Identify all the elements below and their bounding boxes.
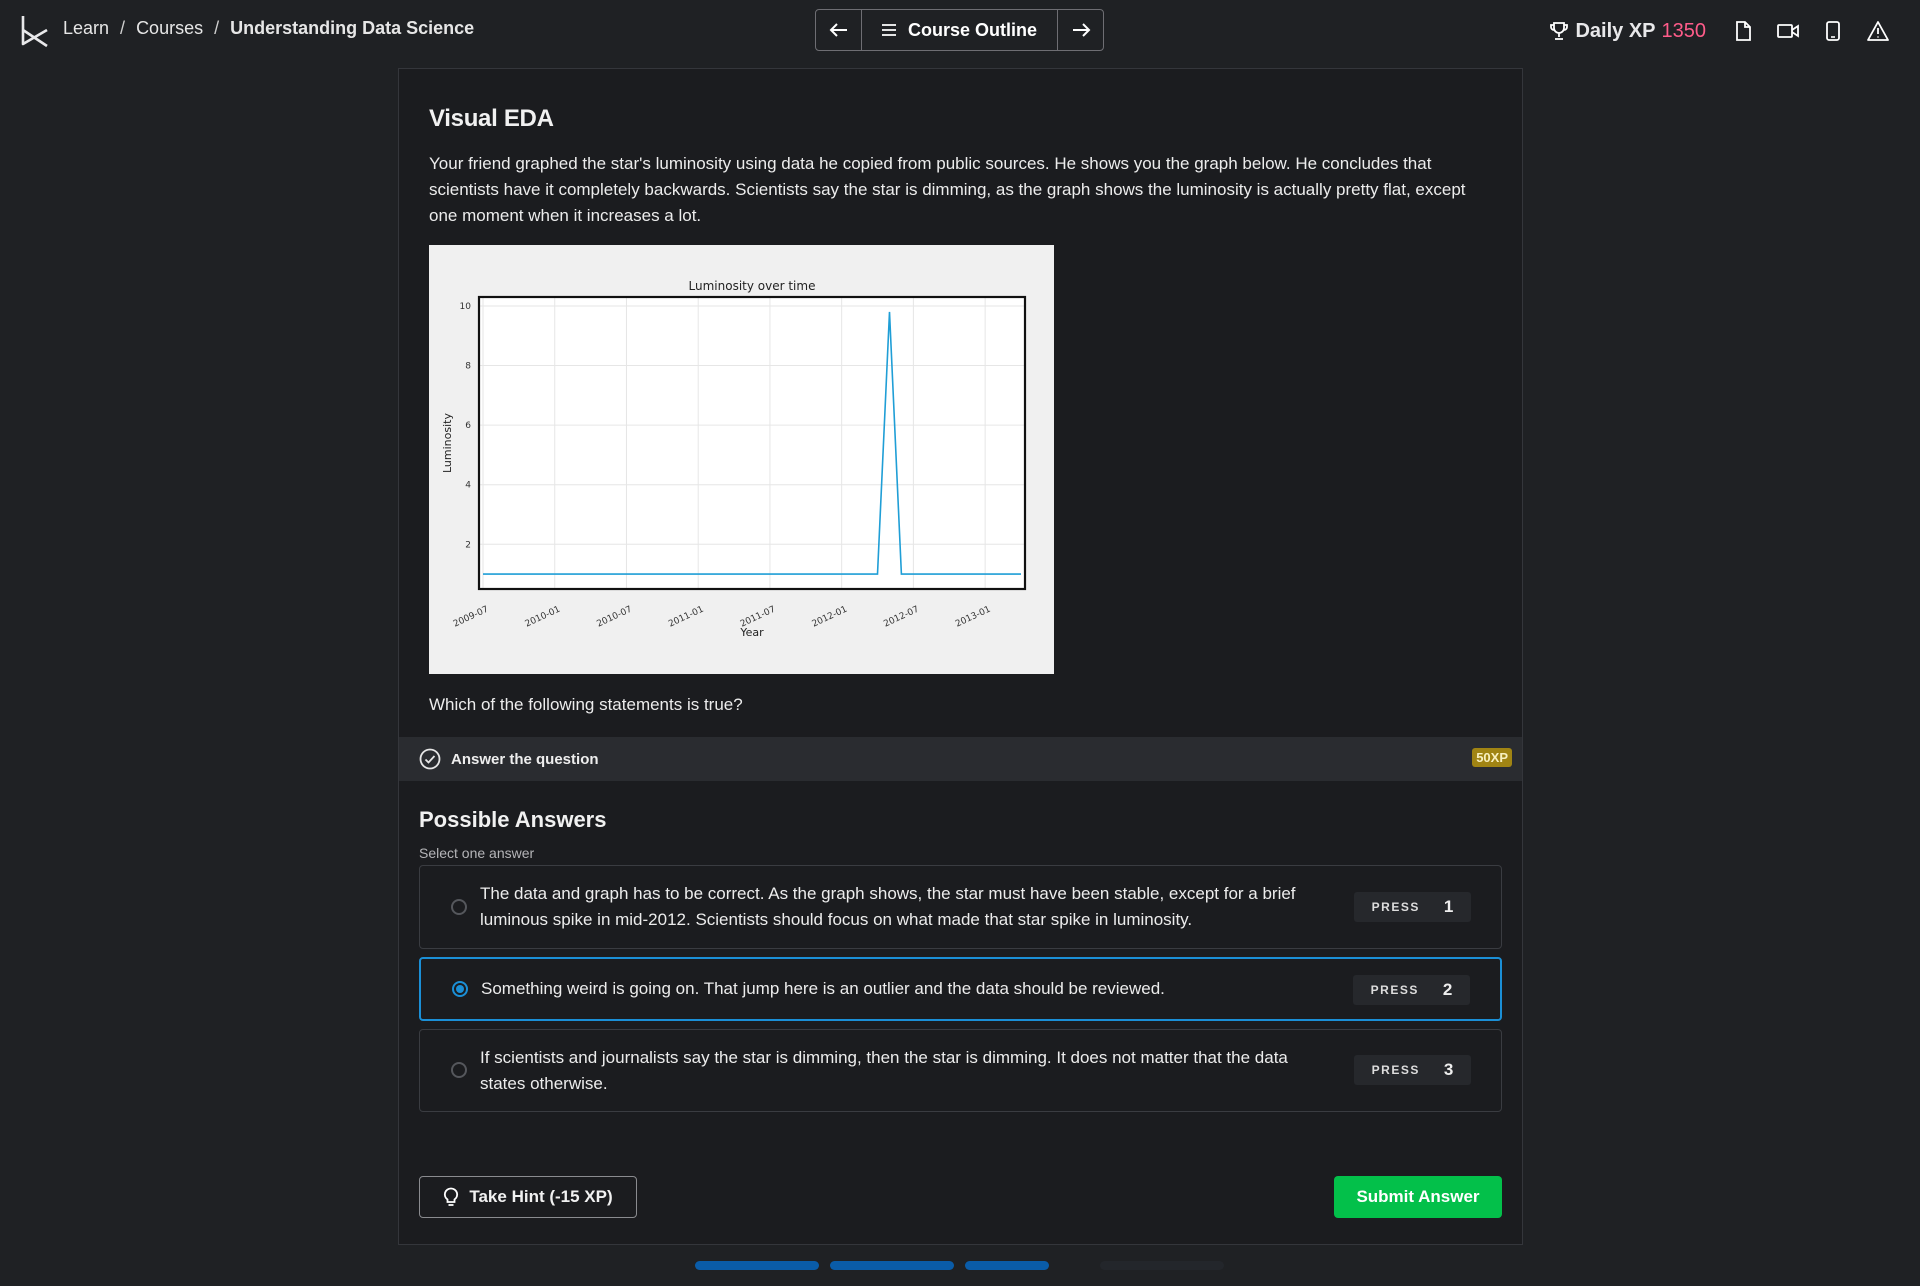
radio-button[interactable] <box>452 981 468 997</box>
task-bar: Answer the question 50XP <box>399 737 1522 781</box>
answer-option-2[interactable]: Something weird is going on. That jump h… <box>419 957 1502 1021</box>
answer-text: The data and graph has to be correct. As… <box>480 884 1296 929</box>
press-key: 2 <box>1442 980 1453 999</box>
press-key-hint: PRESS 3 <box>1354 1055 1471 1085</box>
press-key: 3 <box>1443 1060 1454 1079</box>
menu-icon <box>881 24 896 36</box>
breadcrumb-learn[interactable]: Learn <box>63 18 109 39</box>
daily-xp[interactable]: Daily XP 1350 <box>1549 20 1706 43</box>
lightbulb-icon <box>444 1187 459 1206</box>
answer-text: Something weird is going on. That jump h… <box>481 979 1165 998</box>
exercise-description: Your friend graphed the star's luminosit… <box>429 154 1466 225</box>
check-circle-icon <box>419 748 441 770</box>
chart-title: Luminosity over time <box>689 279 816 293</box>
press-key: 1 <box>1443 897 1454 916</box>
video-icon[interactable] <box>1765 14 1810 48</box>
question-text: Which of the following statements is tru… <box>429 695 743 714</box>
top-bar: Learn / Courses / Understanding Data Sci… <box>0 0 1920 62</box>
chart-y-tick-label: 6 <box>465 421 471 431</box>
chart-y-axis-label: Luminosity <box>441 413 454 473</box>
chart-y-tick-label: 10 <box>460 302 472 312</box>
progress-segment <box>695 1261 819 1270</box>
submit-answer-button[interactable]: Submit Answer <box>1334 1176 1502 1218</box>
chart-x-axis-label: Year <box>739 626 764 639</box>
answer-text: If scientists and journalists say the st… <box>480 1048 1288 1093</box>
logo-icon[interactable] <box>20 14 50 48</box>
arrow-left-icon <box>829 23 847 37</box>
take-hint-button[interactable]: Take Hint (-15 XP) <box>419 1176 637 1218</box>
daily-xp-value: 1350 <box>1661 19 1707 42</box>
press-key-hint: PRESS 1 <box>1354 892 1471 922</box>
press-label: PRESS <box>1371 900 1420 914</box>
progress-segment <box>965 1261 1049 1270</box>
chart-y-tick-label: 8 <box>465 362 471 372</box>
breadcrumb-current[interactable]: Understanding Data Science <box>230 18 474 39</box>
answer-option-1[interactable]: The data and graph has to be correct. As… <box>419 865 1502 949</box>
arrow-right-icon <box>1072 23 1090 37</box>
course-outline-label: Course Outline <box>907 19 1037 40</box>
breadcrumb-separator: / <box>214 18 220 38</box>
chart-svg: 246810 2009-07 2010-01 2010-07 2011-01 2011-… <box>429 245 1054 674</box>
chart-y-tick-label: 4 <box>465 481 471 491</box>
possible-answers-title: Possible Answers <box>419 807 607 832</box>
breadcrumb: Learn / Courses / Understanding Data Sci… <box>63 18 474 39</box>
report-issue-icon[interactable] <box>1855 14 1900 48</box>
radio-button[interactable] <box>451 1062 467 1078</box>
prev-exercise-button[interactable] <box>816 10 861 50</box>
trophy-icon <box>1550 22 1569 40</box>
press-label: PRESS <box>1371 1063 1420 1077</box>
progress-segment <box>1100 1261 1224 1270</box>
press-label: PRESS <box>1370 983 1419 997</box>
radio-button[interactable] <box>451 899 467 915</box>
press-key-hint: PRESS 2 <box>1353 975 1470 1005</box>
course-outline-button[interactable]: Course Outline <box>861 10 1058 50</box>
header-tools: Daily XP 1350 <box>1549 14 1900 48</box>
xp-badge: 50XP <box>1472 748 1512 767</box>
progress-segment <box>830 1261 954 1270</box>
answer-option-3[interactable]: If scientists and journalists say the st… <box>419 1029 1502 1112</box>
breadcrumb-separator: / <box>120 18 126 38</box>
exercise-title: Visual EDA <box>429 105 554 132</box>
possible-answers-subtitle: Select one answer <box>419 845 535 861</box>
luminosity-chart: 2 4 6 8 10 2009-07 2010-01 2010-07 2011-01 2011-… <box>429 245 1054 674</box>
slides-icon[interactable] <box>1720 14 1765 48</box>
next-exercise-button[interactable] <box>1058 10 1103 50</box>
breadcrumb-courses[interactable]: Courses <box>136 18 203 39</box>
daily-xp-label: Daily XP <box>1575 19 1656 42</box>
course-nav: Course Outline <box>815 9 1104 51</box>
exercise-panel: Visual EDA Your friend graphed the star'… <box>398 68 1523 1245</box>
task-label: Answer the question <box>451 750 599 768</box>
chart-y-tick-label: 2 <box>465 540 471 550</box>
mobile-icon[interactable] <box>1810 14 1855 48</box>
take-hint-label: Take Hint (-15 XP) <box>469 1187 613 1206</box>
